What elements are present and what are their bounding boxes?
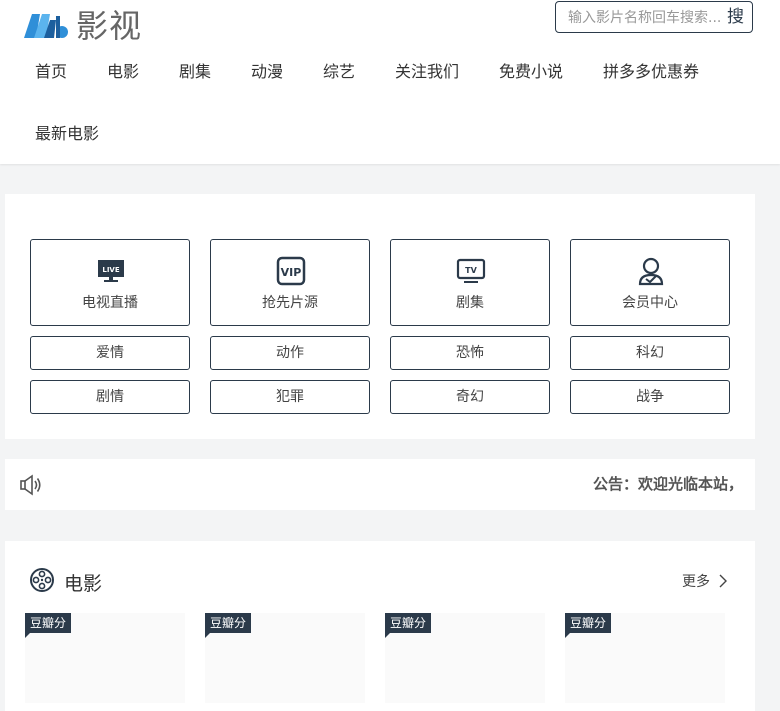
nav-item-series[interactable]: 剧集: [179, 52, 211, 92]
movie-card[interactable]: 豆瓣分: [565, 613, 725, 703]
site-logo[interactable]: 影视: [22, 6, 142, 46]
tv-icon: TV: [456, 258, 486, 283]
logo-text: 影视: [76, 7, 143, 45]
svg-text:VIP: VIP: [281, 266, 302, 279]
section-title: 电影: [64, 573, 103, 595]
svg-text:TV: TV: [465, 266, 477, 275]
live-tv-icon: LIVE: [98, 260, 124, 282]
vip-label: 抢先片源: [262, 295, 318, 311]
genre-action[interactable]: 动作: [210, 336, 370, 370]
notice-bar: 公告：欢迎光临本站，: [5, 459, 755, 510]
genre-romance[interactable]: 爱情: [30, 336, 190, 370]
genre-scifi[interactable]: 科幻: [570, 336, 730, 370]
speaker-icon: [20, 474, 41, 496]
user-icon: [638, 257, 664, 286]
nav-item-follow[interactable]: 关注我们: [395, 52, 459, 92]
nav-item-coupons[interactable]: 拼多多优惠券: [603, 52, 699, 92]
logo-mark-icon: [24, 14, 68, 38]
search-button[interactable]: 搜: [727, 2, 744, 32]
douban-badge: 豆瓣分: [25, 613, 72, 638]
search-box: 搜: [555, 1, 753, 34]
genre-horror[interactable]: 恐怖: [390, 336, 550, 370]
movie-card[interactable]: 豆瓣分: [205, 613, 365, 703]
svg-text:LIVE: LIVE: [102, 266, 119, 274]
chevron-right-icon[interactable]: [719, 574, 727, 588]
site-header: 影视 搜 首页 电影 剧集 动漫 综艺 关注我们 免费小说 拼多多优惠券 最新电…: [0, 0, 780, 164]
member-center-label: 会员中心: [622, 295, 678, 311]
genre-fantasy[interactable]: 奇幻: [390, 380, 550, 414]
nav-item-latest[interactable]: 最新电影: [35, 114, 99, 154]
vip-button[interactable]: VIP 抢先片源: [210, 239, 370, 326]
douban-badge: 豆瓣分: [205, 613, 252, 638]
member-center-button[interactable]: 会员中心: [570, 239, 730, 326]
nav-item-movies[interactable]: 电影: [107, 52, 139, 92]
nav-item-anime[interactable]: 动漫: [251, 52, 283, 92]
movie-card[interactable]: 豆瓣分: [25, 613, 185, 703]
nav-item-novels[interactable]: 免费小说: [499, 52, 563, 92]
movie-card[interactable]: 豆瓣分: [385, 613, 545, 703]
nav-item-variety[interactable]: 综艺: [323, 52, 355, 92]
live-tv-button[interactable]: LIVE 电视直播: [30, 239, 190, 326]
more-link[interactable]: 更多: [682, 571, 710, 591]
film-reel-icon: [30, 568, 54, 592]
genre-crime[interactable]: 犯罪: [210, 380, 370, 414]
search-input[interactable]: [566, 2, 725, 34]
movie-section: 电影 更多 豆瓣分 豆瓣分 豆瓣分 豆瓣分: [5, 541, 755, 711]
series-label: 剧集: [456, 295, 484, 311]
nav-item-home[interactable]: 首页: [35, 52, 67, 92]
live-tv-label: 电视直播: [82, 295, 138, 311]
quick-links-panel: LIVE 电视直播 VIP 抢先片源 TV 剧集 会员中心 爱情 动作 恐怖 科…: [5, 194, 755, 439]
genre-drama[interactable]: 剧情: [30, 380, 190, 414]
notice-text: 公告：欢迎光临本站，: [592, 475, 743, 493]
douban-badge: 豆瓣分: [385, 613, 432, 638]
douban-badge: 豆瓣分: [565, 613, 612, 638]
series-button[interactable]: TV 剧集: [390, 239, 550, 326]
vip-icon: VIP: [276, 256, 306, 286]
genre-war[interactable]: 战争: [570, 380, 730, 414]
